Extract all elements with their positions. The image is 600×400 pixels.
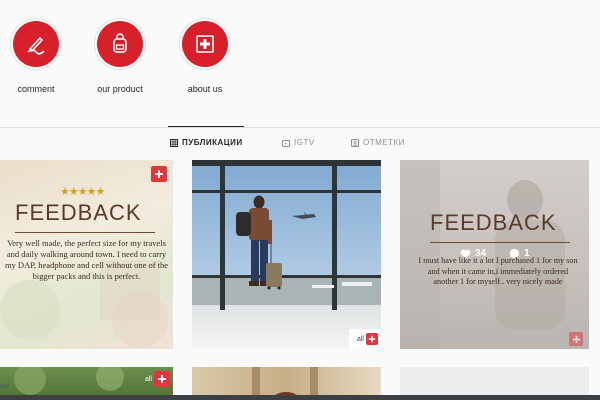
highlight-label: our product <box>97 84 143 94</box>
grid-icon <box>170 138 178 147</box>
post-feedback-1[interactable]: ★★★★★ FEEDBACK Very well made, the perfe… <box>0 160 173 349</box>
active-tab-indicator <box>168 126 244 127</box>
brand-logo: all <box>349 329 381 349</box>
pen-write-icon <box>13 21 59 67</box>
brand-badge-icon <box>151 166 167 182</box>
highlight-comment[interactable]: comment <box>6 18 66 94</box>
brand-badge-icon <box>154 371 170 387</box>
highlight-ring[interactable] <box>179 18 231 70</box>
highlight-ring[interactable] <box>94 18 146 70</box>
feedback-title: FEEDBACK <box>15 200 142 225</box>
brand-badge-icon <box>569 332 583 346</box>
highlight-label: comment <box>17 84 55 94</box>
tab-publications[interactable]: ПУБЛИКАЦИИ <box>170 138 243 147</box>
tab-label: ПУБЛИКАЦИИ <box>182 138 243 147</box>
tab-label: ОТМЕТКИ <box>363 138 405 147</box>
story-highlights: comment our product about us <box>0 0 600 125</box>
divider <box>15 232 155 233</box>
brand-text: all <box>356 335 364 343</box>
highlight-ring[interactable] <box>10 18 62 70</box>
highlight-our-product[interactable]: our product <box>90 18 150 94</box>
post-airport-photo[interactable]: all <box>192 160 381 349</box>
brand-badge-icon <box>366 333 378 345</box>
rating-stars: ★★★★★ <box>60 186 105 198</box>
traveler-photo <box>192 160 381 349</box>
edge-text: ko/ <box>0 383 10 390</box>
tab-label: IGTV <box>294 138 315 147</box>
feedback-text: I must have like it a lot I purchased 1 … <box>418 256 578 286</box>
post-feedback-2[interactable]: FEEDBACK 34 1 I must have like it a lot … <box>400 160 589 349</box>
tag-icon <box>351 138 359 147</box>
divider <box>430 242 570 243</box>
highlight-label: about us <box>187 84 223 94</box>
tab-tagged[interactable]: ОТМЕТКИ <box>351 138 405 147</box>
brand-text: all <box>144 375 152 383</box>
brand-logo: all <box>129 369 173 389</box>
posts-grid: ★★★★★ FEEDBACK Very well made, the perfe… <box>0 160 600 400</box>
backpack-icon <box>97 21 143 67</box>
plus-cross-icon <box>182 21 228 67</box>
image-overlay <box>400 160 589 349</box>
feedback-text: Very well made, the perfect size for my … <box>4 238 169 281</box>
taskbar-strip <box>0 395 600 400</box>
feedback-title: FEEDBACK <box>430 210 557 235</box>
igtv-icon <box>282 139 290 147</box>
highlight-about-us[interactable]: about us <box>175 18 235 94</box>
tabs-divider <box>0 127 600 128</box>
tab-igtv[interactable]: IGTV <box>282 138 315 147</box>
